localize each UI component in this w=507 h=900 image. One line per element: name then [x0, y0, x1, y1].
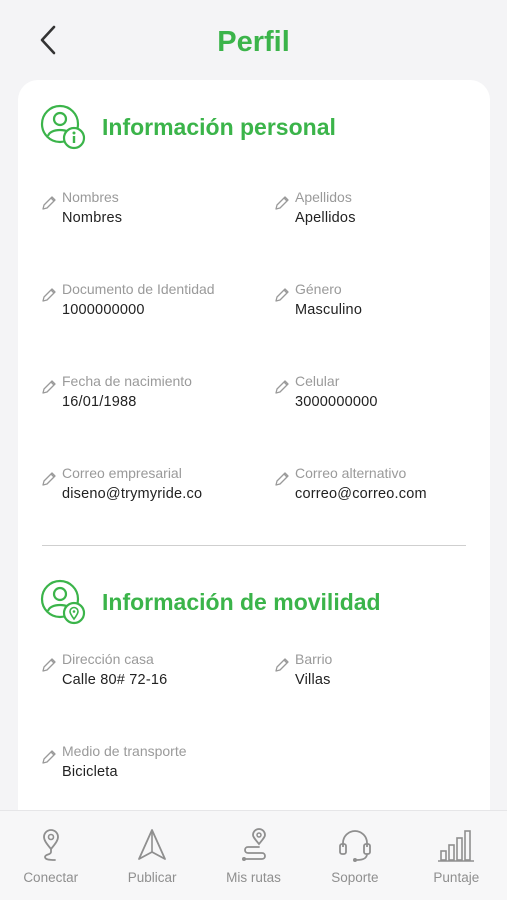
nav-label: Soporte	[331, 870, 379, 885]
headset-icon	[339, 830, 371, 862]
field-direccion-casa[interactable]: Dirección casa Calle 80# 72-16	[40, 650, 260, 689]
field-label: Correo alternativo	[295, 465, 407, 481]
location-pin-route-icon	[42, 829, 59, 861]
nav-item-puntaje[interactable]: Puntaje	[406, 811, 507, 900]
field-label: Género	[295, 281, 342, 297]
field-value: 1000000000	[62, 302, 145, 318]
field-genero[interactable]: Género Masculino	[273, 280, 493, 319]
personal-section-title: Información personal	[102, 113, 336, 140]
field-value: diseno@trymyride.co	[62, 486, 203, 502]
field-documento[interactable]: Documento de Identidad 1000000000	[40, 280, 260, 319]
mobility-section-header: Información de movilidad	[40, 579, 381, 625]
field-value: Villas	[295, 672, 331, 688]
field-label: Correo empresarial	[62, 465, 182, 481]
bottom-nav: Conectar Publicar Mis rutas Soporte Punt…	[0, 810, 507, 900]
pencil-icon[interactable]	[273, 378, 291, 396]
bar-chart-icon	[438, 830, 475, 862]
field-correo-empresarial[interactable]: Correo empresarial diseno@trymyride.co	[40, 464, 260, 503]
pencil-icon[interactable]	[273, 470, 291, 488]
field-value: correo@correo.com	[295, 486, 427, 502]
field-label: Apellidos	[295, 189, 352, 205]
field-nombres[interactable]: Nombres Nombres	[40, 188, 260, 227]
nav-item-mis-rutas[interactable]: Mis rutas	[203, 811, 304, 900]
section-divider	[42, 545, 466, 546]
field-label: Celular	[295, 373, 340, 389]
field-celular[interactable]: Celular 3000000000	[273, 372, 493, 411]
mobility-section-title: Información de movilidad	[102, 588, 381, 615]
field-barrio[interactable]: Barrio Villas	[273, 650, 493, 689]
nav-label: Puntaje	[433, 870, 480, 885]
navigation-arrow-icon	[138, 829, 167, 860]
route-pin-icon	[241, 828, 266, 861]
pencil-icon[interactable]	[273, 656, 291, 674]
nav-label: Mis rutas	[226, 870, 281, 885]
pencil-icon[interactable]	[273, 286, 291, 304]
field-label: Documento de Identidad	[62, 281, 215, 297]
field-apellidos[interactable]: Apellidos Apellidos	[273, 188, 493, 227]
nav-item-conectar[interactable]: Conectar	[0, 811, 101, 900]
field-label: Nombres	[62, 189, 119, 205]
field-value: Bicicleta	[62, 764, 118, 780]
field-medio-transporte[interactable]: Medio de transporte Bicicleta	[40, 742, 260, 781]
pencil-icon[interactable]	[40, 378, 58, 396]
pencil-icon[interactable]	[40, 286, 58, 304]
user-info-icon	[40, 104, 86, 150]
profile-card: Información personal Nombres Nombres Apel…	[18, 80, 490, 840]
field-correo-alternativo[interactable]: Correo alternativo correo@correo.com	[273, 464, 493, 503]
field-label: Barrio	[295, 651, 333, 667]
header: Perfil	[0, 0, 507, 84]
pencil-icon[interactable]	[40, 656, 58, 674]
nav-label: Conectar	[23, 870, 79, 885]
pencil-icon[interactable]	[40, 470, 58, 488]
page-title: Perfil	[217, 26, 290, 58]
field-value: Nombres	[62, 210, 123, 226]
field-label: Medio de transporte	[62, 743, 187, 759]
field-value: Masculino	[295, 302, 363, 318]
personal-section-header: Información personal	[40, 104, 336, 150]
profile-screen: Perfil Información personal Nombres Nombr…	[0, 0, 507, 900]
field-label: Dirección casa	[62, 651, 154, 667]
field-value: 16/01/1988	[62, 394, 137, 410]
field-value: 3000000000	[295, 394, 378, 410]
field-value: Apellidos	[295, 210, 356, 226]
pencil-icon[interactable]	[40, 194, 58, 212]
nav-label: Publicar	[127, 870, 177, 885]
field-value: Calle 80# 72-16	[62, 672, 168, 688]
field-fecha-nacimiento[interactable]: Fecha de nacimiento 16/01/1988	[40, 372, 260, 411]
user-location-icon	[40, 579, 86, 625]
field-label: Fecha de nacimiento	[62, 373, 192, 389]
pencil-icon[interactable]	[273, 194, 291, 212]
nav-item-publicar[interactable]: Publicar	[101, 811, 202, 900]
pencil-icon[interactable]	[40, 748, 58, 766]
nav-item-soporte[interactable]: Soporte	[304, 811, 405, 900]
